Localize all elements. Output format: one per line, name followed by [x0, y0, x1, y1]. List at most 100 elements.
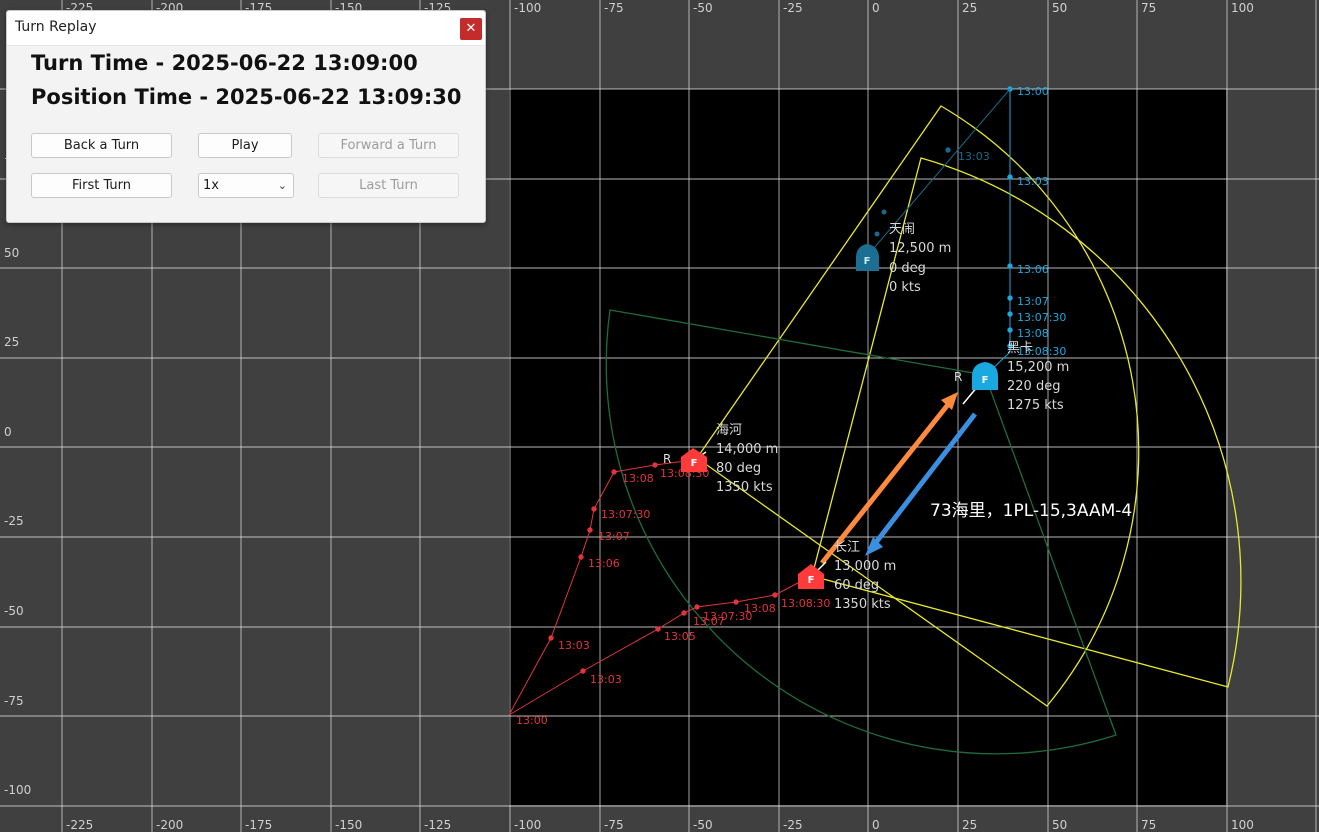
- track-point: [1007, 263, 1013, 269]
- x-tick-label: 50: [1052, 818, 1067, 832]
- speed-select[interactable]: 1x ⌄: [198, 173, 294, 198]
- unit-speed: 0 kts: [889, 280, 921, 295]
- close-icon[interactable]: ✕: [460, 18, 482, 40]
- track-time-label: 13:00: [1017, 85, 1049, 98]
- track-point: [681, 610, 687, 616]
- forward-a-turn-button[interactable]: Forward a Turn: [318, 133, 459, 158]
- track-time-label: 13:03: [558, 639, 590, 652]
- x-tick-label: 75: [1141, 1, 1156, 15]
- unit-name: 黑卡: [1007, 341, 1033, 356]
- track-time-label: 13:08: [1017, 327, 1049, 340]
- x-tick-label: -150: [335, 818, 362, 832]
- unit-name: 长江: [834, 540, 860, 555]
- x-tick-label: -225: [66, 818, 93, 832]
- x-tick-label: -75: [604, 818, 624, 832]
- unit-altitude: 13,000 m: [834, 559, 896, 574]
- last-turn-button[interactable]: Last Turn: [318, 173, 459, 198]
- track-point: [1007, 295, 1013, 301]
- track-point: [578, 554, 584, 560]
- unit-icon-letter: F: [864, 256, 871, 267]
- unit-flag: R: [954, 370, 962, 384]
- track-point: [1007, 311, 1013, 317]
- x-tick-label: -100: [514, 818, 541, 832]
- unit-altitude: 15,200 m: [1007, 360, 1069, 375]
- track-time-label: 13:07:30: [1017, 311, 1066, 324]
- y-tick-label: 50: [4, 246, 19, 260]
- x-tick-label: 0: [872, 818, 880, 832]
- track-time-label: 13:08:30: [781, 597, 830, 610]
- unit-speed: 1275 kts: [1007, 398, 1064, 413]
- track-point: [655, 626, 661, 632]
- x-tick-label: -75: [604, 1, 624, 15]
- unit-icon-letter: F: [808, 575, 815, 586]
- track-point: [881, 209, 887, 215]
- unit-heading: 60 deg: [834, 578, 879, 593]
- x-tick-label: -125: [424, 818, 451, 832]
- speed-select-value: 1x: [203, 178, 219, 193]
- x-tick-label: 75: [1141, 818, 1156, 832]
- track-time-label: 13:06: [1017, 263, 1049, 276]
- x-tick-label: 100: [1231, 1, 1254, 15]
- window-title: Turn Replay: [15, 19, 97, 35]
- unit-altitude: 12,500 m: [889, 241, 951, 256]
- track-point: [580, 668, 586, 674]
- y-tick-label: 25: [4, 335, 19, 349]
- track-time-label: 13:05: [664, 630, 696, 643]
- x-tick-label: 100: [1231, 818, 1254, 832]
- track-point: [611, 469, 617, 475]
- track-time-label: 13:08: [622, 472, 654, 485]
- unit-flag: R: [663, 452, 671, 466]
- x-tick-label: -25: [783, 818, 803, 832]
- y-tick-label: -25: [4, 514, 24, 528]
- x-tick-label: -100: [514, 1, 541, 15]
- track-time-label: 13:07:30: [601, 508, 650, 521]
- position-time: Position Time - 2025-06-22 13:09:30: [31, 85, 462, 109]
- track-point: [1007, 327, 1013, 333]
- track-point: [733, 599, 739, 605]
- track-time-label: 13:07: [1017, 295, 1049, 308]
- track-point: [652, 462, 658, 468]
- x-tick-label: -200: [156, 818, 183, 832]
- track-point: [874, 231, 880, 237]
- y-tick-label: -50: [4, 604, 24, 618]
- track-time-label: 13:07: [598, 530, 630, 543]
- turn-time: Turn Time - 2025-06-22 13:09:00: [31, 51, 418, 75]
- track-point: [694, 604, 700, 610]
- unit-altitude: 14,000 m: [716, 442, 778, 457]
- x-tick-label: 25: [962, 1, 977, 15]
- unit-heading: 0 deg: [889, 261, 926, 276]
- x-tick-label: -50: [693, 818, 713, 832]
- unit-name: 天闹: [889, 222, 915, 237]
- unit-icon-letter: F: [691, 458, 698, 469]
- unit-name: 海河: [716, 423, 742, 438]
- unit-speed: 1350 kts: [716, 480, 773, 495]
- track-time-label: 13:03: [1017, 175, 1049, 188]
- track-point: [772, 592, 778, 598]
- y-tick-label: -75: [4, 694, 24, 708]
- first-turn-button[interactable]: First Turn: [31, 173, 172, 198]
- unit-heading: 220 deg: [1007, 379, 1060, 394]
- track-time-label: 13:06: [588, 557, 620, 570]
- track-time-label: 13:00: [516, 714, 548, 727]
- track-point: [1007, 174, 1013, 180]
- x-tick-label: -25: [783, 1, 803, 15]
- back-a-turn-button[interactable]: Back a Turn: [31, 133, 172, 158]
- turn-replay-window: Turn Replay ✕ Turn Time - 2025-06-22 13:…: [6, 10, 486, 223]
- track-time-label: 13:03: [590, 673, 622, 686]
- track-point: [945, 147, 951, 153]
- y-tick-label: -100: [4, 783, 31, 797]
- x-tick-label: 50: [1052, 1, 1067, 15]
- track-point: [587, 527, 593, 533]
- engagement-label: 73海里，1PL-15,3AAM-4: [930, 501, 1132, 521]
- play-button[interactable]: Play: [198, 133, 292, 158]
- x-tick-label: 0: [872, 1, 880, 15]
- unit-icon-letter: F: [982, 375, 989, 386]
- track-point: [591, 506, 597, 512]
- track-time-label: 13:03: [958, 150, 990, 163]
- x-tick-label: -50: [693, 1, 713, 15]
- window-titlebar[interactable]: Turn Replay ✕: [7, 11, 485, 46]
- x-tick-label: 25: [962, 818, 977, 832]
- x-tick-label: -175: [245, 818, 272, 832]
- track-point: [548, 635, 554, 641]
- y-tick-label: 0: [4, 425, 12, 439]
